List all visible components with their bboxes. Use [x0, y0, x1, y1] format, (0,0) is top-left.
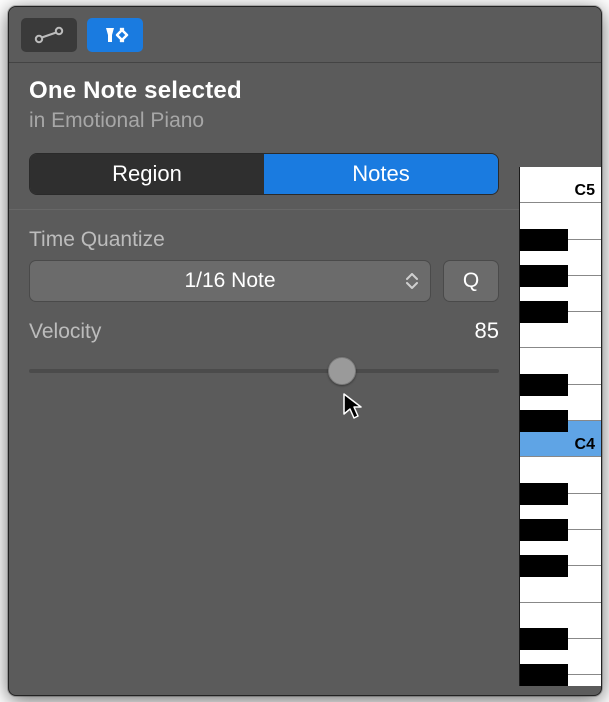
piano-key-c5[interactable]: C5: [520, 167, 601, 203]
piano-black-key[interactable]: [520, 628, 568, 650]
midi-filter-icon: [99, 25, 131, 45]
midi-filter-button[interactable]: [87, 18, 143, 52]
piano-black-key[interactable]: [520, 664, 568, 686]
velocity-value: 85: [475, 318, 499, 344]
piano-black-key[interactable]: [520, 519, 568, 541]
velocity-label: Velocity: [29, 320, 101, 344]
piano-black-key[interactable]: [520, 483, 568, 505]
note-controls: Time Quantize 1/16 Note Q Velocity 85: [9, 210, 601, 404]
piano-black-key[interactable]: [520, 301, 568, 323]
inspector-header: One Note selected in Emotional Piano: [9, 63, 601, 143]
segmented-wrap: Region Notes: [9, 143, 601, 209]
region-notes-segmented: Region Notes: [29, 153, 499, 195]
inspector-window: One Note selected in Emotional Piano Reg…: [8, 6, 602, 696]
piano-black-key[interactable]: [520, 410, 568, 432]
automation-curve-icon: [34, 26, 64, 44]
octave-label-c4: C4: [575, 436, 595, 454]
slider-thumb[interactable]: [328, 357, 356, 385]
piano-black-key[interactable]: [520, 374, 568, 396]
tab-region[interactable]: Region: [30, 154, 264, 194]
selection-title: One Note selected: [29, 77, 581, 105]
piano-black-key[interactable]: [520, 555, 568, 577]
slider-track: [29, 369, 499, 373]
time-quantize-value: 1/16 Note: [184, 269, 275, 293]
selection-subtitle: in Emotional Piano: [29, 109, 581, 133]
stepper-chevrons-icon: [406, 273, 418, 289]
piano-black-key[interactable]: [520, 265, 568, 287]
piano-ruler[interactable]: C5C4C3: [519, 167, 601, 686]
velocity-slider[interactable]: [29, 356, 499, 386]
automation-tool-button[interactable]: [21, 18, 77, 52]
piano-black-key[interactable]: [520, 229, 568, 251]
time-quantize-label: Time Quantize: [29, 228, 581, 252]
time-quantize-dropdown[interactable]: 1/16 Note: [29, 260, 431, 302]
quantize-button[interactable]: Q: [443, 260, 499, 302]
toolbar: [9, 7, 601, 63]
octave-label-c5: C5: [575, 182, 595, 200]
tab-notes[interactable]: Notes: [264, 154, 498, 194]
